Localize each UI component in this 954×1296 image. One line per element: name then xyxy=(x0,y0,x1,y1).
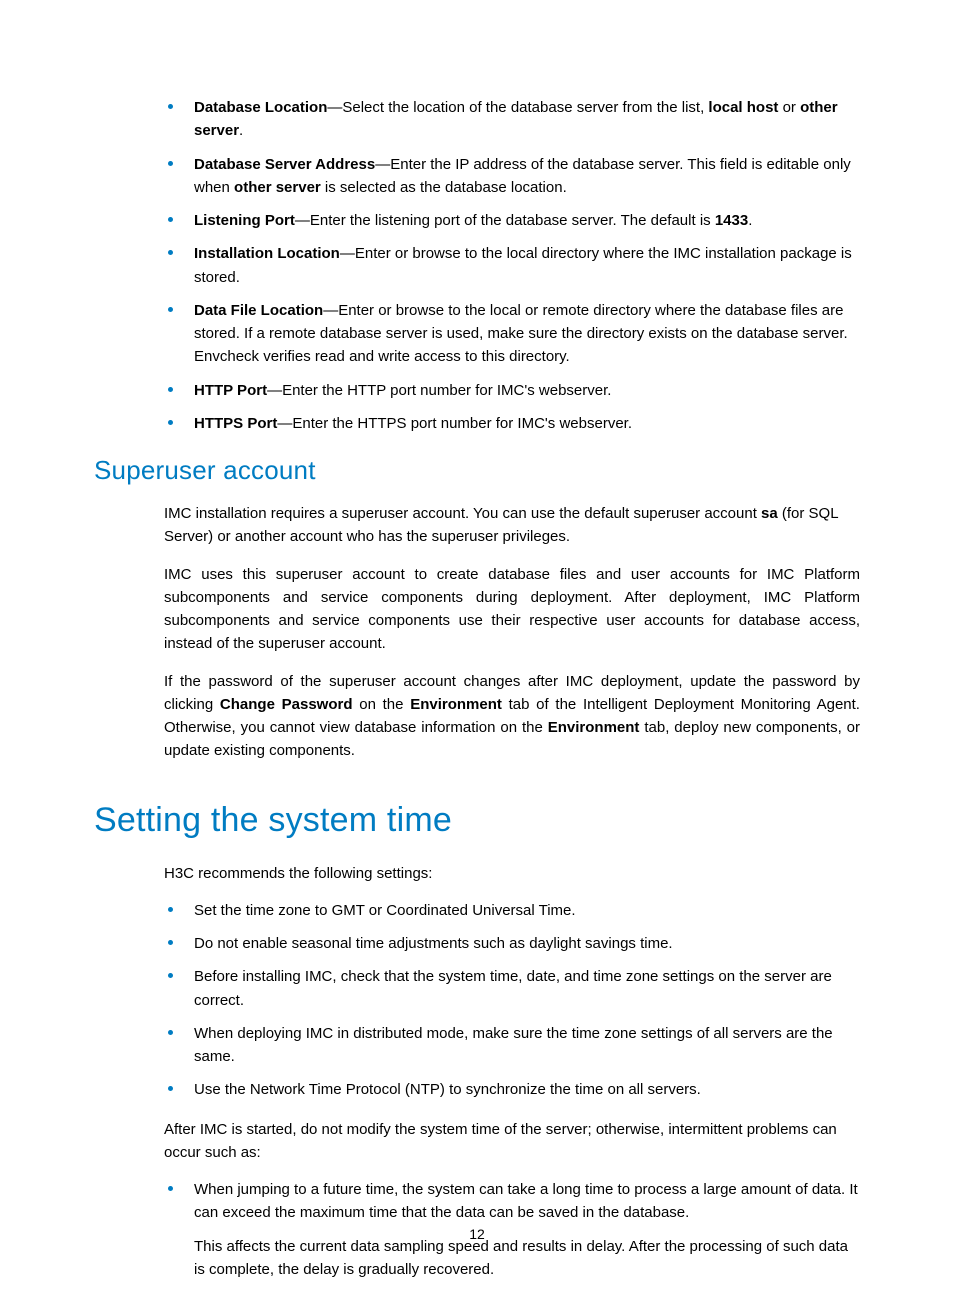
term: Database Location xyxy=(194,99,327,116)
list-item: Before installing IMC, check that the sy… xyxy=(164,965,860,1012)
content-block-systemtime: H3C recommends the following settings: S… xyxy=(164,862,860,1282)
bold-text: other server xyxy=(234,179,321,196)
list-item: HTTP Port—Enter the HTTP port number for… xyxy=(164,379,860,402)
list-item: Use the Network Time Protocol (NTP) to s… xyxy=(164,1078,860,1101)
heading-superuser-account: Superuser account xyxy=(94,455,860,486)
text: IMC installation requires a superuser ac… xyxy=(164,505,761,522)
paragraph: IMC installation requires a superuser ac… xyxy=(164,502,860,549)
bold-text: Environment xyxy=(410,696,502,713)
text: —Enter the HTTPS port number for IMC's w… xyxy=(277,415,632,432)
list-item: Database Location—Select the location of… xyxy=(164,96,860,143)
bold-text: Change Password xyxy=(220,696,353,713)
term: Database Server Address xyxy=(194,156,375,173)
term: Data File Location xyxy=(194,302,323,319)
text: or xyxy=(778,99,800,116)
paragraph: If the password of the superuser account… xyxy=(164,670,860,763)
definition-list-1: Database Location—Select the location of… xyxy=(164,96,860,435)
paragraph: H3C recommends the following settings: xyxy=(164,862,860,885)
text: —Enter the listening port of the databas… xyxy=(295,212,715,229)
list-item: Do not enable seasonal time adjustments … xyxy=(164,932,860,955)
bold-text: 1433 xyxy=(715,212,748,229)
text: . xyxy=(748,212,752,229)
page-number: 12 xyxy=(0,1226,954,1242)
term: Listening Port xyxy=(194,212,295,229)
text: —Enter the HTTP port number for IMC's we… xyxy=(267,382,611,399)
text: on the xyxy=(353,696,411,713)
paragraph: IMC uses this superuser account to creat… xyxy=(164,563,860,656)
text: is selected as the database location. xyxy=(321,179,567,196)
list-item: Installation Location—Enter or browse to… xyxy=(164,242,860,289)
list-item: Set the time zone to GMT or Coordinated … xyxy=(164,899,860,922)
content-block-superuser: IMC installation requires a superuser ac… xyxy=(164,502,860,763)
list-item: Database Server Address—Enter the IP add… xyxy=(164,153,860,200)
list-item: HTTPS Port—Enter the HTTPS port number f… xyxy=(164,412,860,435)
bold-text: Environment xyxy=(548,719,640,736)
term: Installation Location xyxy=(194,245,340,262)
content-block-top: Database Location—Select the location of… xyxy=(164,96,860,435)
list-item: When deploying IMC in distributed mode, … xyxy=(164,1022,860,1069)
text: When jumping to a future time, the syste… xyxy=(194,1181,858,1221)
bold-text: local host xyxy=(708,99,778,116)
list-item: Data File Location—Enter or browse to th… xyxy=(164,299,860,369)
heading-setting-system-time: Setting the system time xyxy=(94,801,860,840)
text: . xyxy=(239,122,243,139)
list-item: Listening Port—Enter the listening port … xyxy=(164,209,860,232)
paragraph: After IMC is started, do not modify the … xyxy=(164,1118,860,1165)
bold-text: sa xyxy=(761,505,778,522)
recommendations-list: Set the time zone to GMT or Coordinated … xyxy=(164,899,860,1102)
document-page: Database Location—Select the location of… xyxy=(0,0,954,1296)
text: —Select the location of the database ser… xyxy=(327,99,708,116)
term: HTTPS Port xyxy=(194,415,277,432)
term: HTTP Port xyxy=(194,382,267,399)
